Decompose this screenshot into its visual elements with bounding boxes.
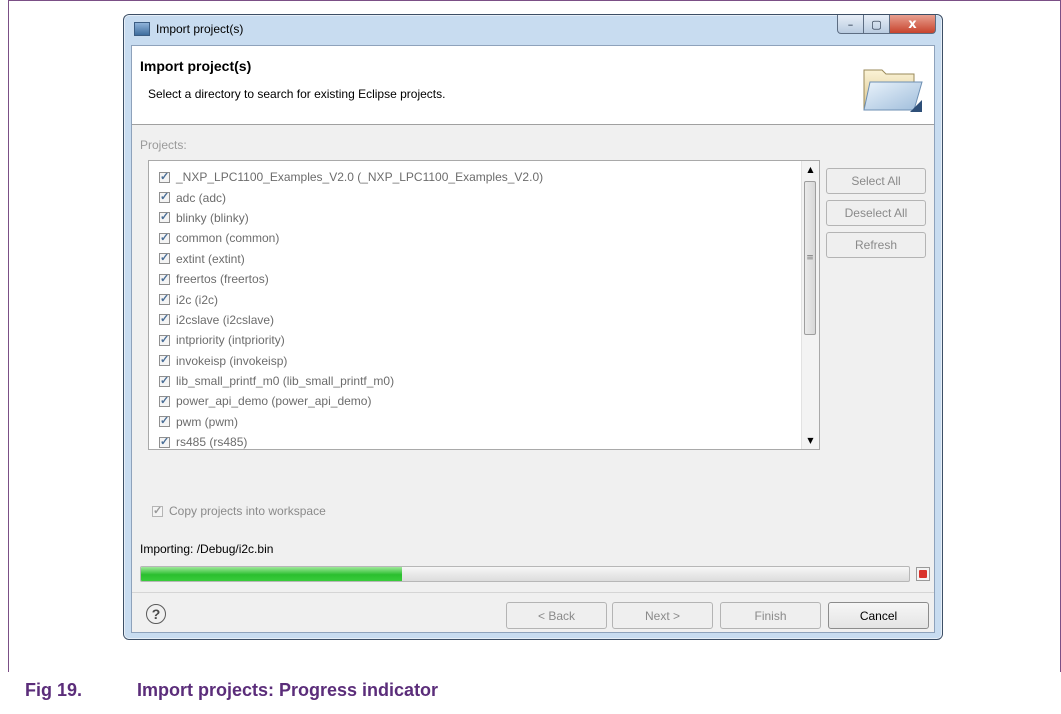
- folder-icon: [863, 69, 923, 112]
- close-button[interactable]: x: [890, 15, 936, 34]
- stop-icon: [919, 570, 927, 578]
- project-list-item[interactable]: common (common): [159, 228, 543, 248]
- project-list-item[interactable]: blinky (blinky): [159, 208, 543, 228]
- project-checkbox[interactable]: [159, 231, 170, 244]
- footer-divider: [132, 592, 934, 593]
- help-icon[interactable]: ?: [146, 604, 166, 624]
- project-label: extint (extint): [176, 251, 245, 266]
- project-label: i2c (i2c): [176, 292, 219, 307]
- back-button[interactable]: < Back: [506, 602, 607, 629]
- scroll-up-icon[interactable]: ▲: [802, 161, 819, 178]
- minimize-button[interactable]: –: [837, 15, 864, 34]
- project-checkbox[interactable]: [159, 374, 170, 387]
- project-label: _NXP_LPC1100_Examples_V2.0 (_NXP_LPC1100…: [176, 170, 544, 185]
- project-label: i2cslave (i2cslave): [176, 312, 275, 327]
- project-list-item[interactable]: invokeisp (invokeisp): [159, 351, 543, 371]
- eclipse-app-icon: [134, 22, 150, 36]
- project-list-item[interactable]: lib_small_printf_m0 (lib_small_printf_m0…: [159, 371, 543, 391]
- projects-label: Projects:: [140, 138, 187, 152]
- project-list-item[interactable]: pwm (pwm): [159, 412, 543, 432]
- page-frame-left: [8, 0, 9, 672]
- project-list-item[interactable]: intpriority (intpriority): [159, 330, 543, 350]
- project-label: pwm (pwm): [176, 414, 238, 429]
- copy-projects-checkbox[interactable]: [152, 504, 163, 517]
- project-list-item[interactable]: adc (adc): [159, 187, 543, 207]
- wizard-description: Select a directory to search for existin…: [148, 87, 446, 101]
- project-label: freertos (freertos): [176, 272, 269, 287]
- figure-caption: Fig 19. Import projects: Progress indicat…: [25, 680, 438, 701]
- project-checkbox[interactable]: [159, 353, 170, 367]
- refresh-button[interactable]: Refresh: [826, 232, 926, 258]
- wizard-header: Import project(s) Select a directory to …: [132, 46, 934, 125]
- project-checkbox[interactable]: [159, 292, 170, 306]
- project-checkbox[interactable]: [159, 170, 170, 183]
- title-bar[interactable]: Import project(s) – ▢ x: [124, 15, 942, 43]
- project-list-item[interactable]: freertos (freertos): [159, 269, 543, 289]
- project-label: blinky (blinky): [176, 210, 249, 225]
- project-list-item[interactable]: extint (extint): [159, 249, 543, 269]
- progress-fill: [141, 567, 403, 581]
- deselect-all-button[interactable]: Deselect All: [826, 200, 926, 226]
- project-label: invokeisp (invokeisp): [176, 353, 288, 368]
- window-title: Import project(s): [156, 22, 244, 36]
- project-checkbox[interactable]: [159, 414, 170, 428]
- project-list-item[interactable]: i2cslave (i2cslave): [159, 310, 543, 330]
- cancel-button[interactable]: Cancel: [828, 602, 929, 629]
- project-checkbox[interactable]: [159, 435, 170, 448]
- stop-button[interactable]: [916, 567, 930, 581]
- project-label: common (common): [176, 231, 280, 246]
- window-controls: – ▢ x: [837, 15, 936, 35]
- scroll-down-icon[interactable]: ▼: [802, 432, 819, 449]
- projects-list-scrollbar[interactable]: ▲ ≡ ▼: [801, 161, 819, 449]
- project-list-item[interactable]: _NXP_LPC1100_Examples_V2.0 (_NXP_LPC1100…: [159, 167, 543, 187]
- copy-projects-option[interactable]: Copy projects into workspace: [152, 504, 326, 518]
- project-checkbox[interactable]: [159, 272, 170, 285]
- dialog-client-area: Import project(s) Select a directory to …: [131, 45, 935, 633]
- scroll-grip-icon: ≡: [806, 253, 814, 263]
- import-progress-bar: [140, 566, 910, 582]
- project-checkbox[interactable]: [159, 251, 170, 265]
- project-label: rs485 (rs485): [176, 435, 248, 450]
- finish-button[interactable]: Finish: [720, 602, 821, 629]
- project-checkbox[interactable]: [159, 312, 170, 326]
- project-checkbox[interactable]: [159, 190, 170, 204]
- project-label: lib_small_printf_m0 (lib_small_printf_m0…: [176, 374, 395, 389]
- project-list-item[interactable]: rs485 (rs485): [159, 432, 543, 450]
- scroll-thumb[interactable]: ≡: [804, 181, 816, 335]
- project-label: power_api_demo (power_api_demo): [176, 394, 372, 409]
- project-label: intpriority (intpriority): [176, 333, 285, 348]
- page-frame-top: [8, 0, 1061, 1]
- next-button[interactable]: Next >: [612, 602, 713, 629]
- project-list-item[interactable]: i2c (i2c): [159, 289, 543, 309]
- figure-title: Import projects: Progress indicator: [137, 680, 439, 700]
- project-checkbox[interactable]: [159, 210, 170, 224]
- select-all-button[interactable]: Select All: [826, 168, 926, 194]
- project-checkbox[interactable]: [159, 394, 170, 407]
- progress-status: Importing: /Debug/i2c.bin: [140, 542, 274, 556]
- projects-list[interactable]: _NXP_LPC1100_Examples_V2.0 (_NXP_LPC1100…: [148, 160, 820, 450]
- project-checkbox[interactable]: [159, 333, 170, 346]
- wizard-title: Import project(s): [140, 58, 252, 74]
- projects-list-items: _NXP_LPC1100_Examples_V2.0 (_NXP_LPC1100…: [159, 167, 543, 450]
- figure-number: Fig 19.: [25, 680, 83, 700]
- project-list-item[interactable]: power_api_demo (power_api_demo): [159, 391, 543, 411]
- import-projects-window: Import project(s) – ▢ x Import project(s…: [123, 14, 943, 640]
- copy-projects-label: Copy projects into workspace: [169, 504, 326, 518]
- project-label: adc (adc): [176, 190, 227, 205]
- maximize-button[interactable]: ▢: [864, 15, 890, 34]
